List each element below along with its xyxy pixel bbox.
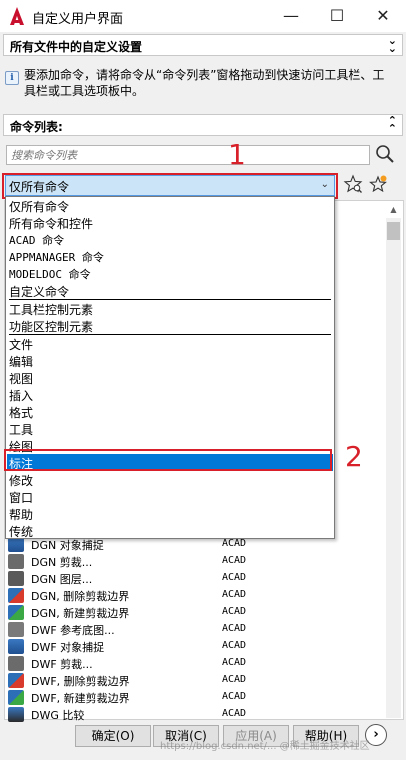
autocad-logo-icon: [10, 7, 24, 25]
watermark: https://blog.csdn.net/... @稀土掘金技术社区: [160, 741, 370, 752]
filter-option[interactable]: 仅所有命令: [7, 197, 333, 214]
search-input[interactable]: [7, 146, 369, 164]
ok-button[interactable]: 确定(O): [75, 725, 151, 747]
dgn-delete-clip-icon: [8, 588, 24, 603]
filter-option[interactable]: 文件: [7, 335, 333, 352]
command-name: DGN 图层...: [31, 573, 93, 586]
command-source: ACAD: [222, 623, 247, 634]
filter-option[interactable]: 功能区控制元素: [7, 317, 333, 334]
command-source: ACAD: [222, 538, 247, 549]
chevron-down-icon[interactable]: ⌄: [321, 179, 329, 190]
filter-option[interactable]: 窗口: [7, 488, 333, 505]
command-source: ACAD: [222, 708, 247, 719]
close-button[interactable]: ✕: [360, 0, 406, 32]
command-name: DGN, 新建剪裁边界: [31, 607, 130, 620]
search-field[interactable]: [6, 145, 370, 165]
dgn-layer-icon: [8, 571, 24, 586]
command-name: DWG 比较: [31, 709, 85, 722]
command-source: ACAD: [222, 606, 247, 617]
filter-option[interactable]: 帮助: [7, 505, 333, 522]
filter-option[interactable]: 插入: [7, 386, 333, 403]
command-source: ACAD: [222, 657, 247, 668]
scrollbar-thumb[interactable]: [387, 222, 400, 240]
maximize-button[interactable]: ☐: [314, 0, 360, 32]
command-filter-dropdown[interactable]: 仅所有命令 ⌄: [5, 175, 335, 196]
command-row[interactable]: DGN 图层... ACAD: [8, 570, 384, 587]
filter-option[interactable]: 编辑: [7, 352, 333, 369]
search-icon[interactable]: [374, 143, 396, 165]
command-row[interactable]: DWF, 删除剪裁边界 ACAD: [8, 672, 384, 689]
info-icon: i: [5, 71, 19, 85]
dwf-snap-icon: [8, 639, 24, 654]
command-source: ACAD: [222, 572, 247, 583]
minimize-button[interactable]: —: [268, 0, 314, 32]
title-bar: 自定义用户界面 — ☐ ✕: [0, 0, 406, 32]
command-row[interactable]: DWF 参考底图... ACAD: [8, 621, 384, 638]
dwf-underlay-icon: [8, 622, 24, 637]
filter-option[interactable]: 修改: [7, 471, 333, 488]
command-name: DWF 对象捕捉: [31, 641, 105, 654]
command-row[interactable]: DGN, 新建剪裁边界 ACAD: [8, 604, 384, 621]
command-name: DGN, 删除剪裁边界: [31, 590, 130, 603]
command-source: ACAD: [222, 691, 247, 702]
filter-option[interactable]: ACAD 命令: [7, 231, 333, 248]
filter-option[interactable]: 绘图: [7, 437, 333, 454]
scroll-up-arrow-icon[interactable]: ▲: [386, 202, 401, 218]
all-files-section-header[interactable]: 所有文件中的自定义设置 ⌄ ⌄: [3, 34, 403, 56]
window-title: 自定义用户界面: [32, 12, 124, 27]
dwf-clip-icon: [8, 656, 24, 671]
command-name: DGN 剪裁...: [31, 556, 93, 569]
command-list-section-header[interactable]: 命令列表: ⌃ ⌃: [3, 114, 403, 136]
command-row[interactable]: DWF, 新建剪裁边界 ACAD: [8, 689, 384, 706]
command-filter-options-list[interactable]: 仅所有命令 所有命令和控件 ACAD 命令 APPMANAGER 命令 MODE…: [5, 196, 335, 539]
command-row[interactable]: DWG 比较 ACAD: [8, 706, 384, 723]
command-source: ACAD: [222, 640, 247, 651]
command-source: ACAD: [222, 674, 247, 685]
new-command-star-icon[interactable]: [368, 174, 388, 194]
command-name: DWF 参考底图...: [31, 624, 115, 637]
command-row[interactable]: DGN, 删除剪裁边界 ACAD: [8, 587, 384, 604]
command-name: DGN 对象捕捉: [31, 539, 104, 552]
command-name: DWF, 删除剪裁边界: [31, 675, 130, 688]
dwg-compare-icon: [8, 707, 24, 722]
chevron-up-icon[interactable]: ⌃ ⌃: [388, 115, 397, 134]
filter-option[interactable]: 工具栏控制元素: [7, 300, 333, 317]
annotation-number-1: 1: [228, 138, 246, 171]
chevron-down-icon[interactable]: ⌄ ⌄: [388, 35, 397, 54]
command-name: DWF, 新建剪裁边界: [31, 692, 130, 705]
command-list-section-label: 命令列表:: [10, 120, 63, 134]
filter-option[interactable]: 所有命令和控件: [7, 214, 333, 231]
filter-option[interactable]: MODELDOC 命令: [7, 265, 333, 282]
filter-option[interactable]: APPMANAGER 命令: [7, 248, 333, 265]
dgn-clip-icon: [8, 554, 24, 569]
filter-option[interactable]: 工具: [7, 420, 333, 437]
dwf-delete-clip-icon: [8, 673, 24, 688]
command-name: DWF 剪裁...: [31, 658, 93, 671]
filter-option[interactable]: 视图: [7, 369, 333, 386]
command-source: ACAD: [222, 589, 247, 600]
command-list-scrollbar[interactable]: [386, 218, 401, 718]
command-row[interactable]: DWF 剪裁... ACAD: [8, 655, 384, 672]
info-text: 要添加命令，请将命令从“命令列表”窗格拖动到快速访问工具栏、工具栏或工具选项板中…: [24, 68, 385, 98]
filter-option-selected[interactable]: 标注: [7, 454, 333, 471]
annotation-number-2: 2: [345, 440, 363, 473]
command-row[interactable]: DGN 剪裁... ACAD: [8, 553, 384, 570]
filter-option[interactable]: 格式: [7, 403, 333, 420]
dgn-new-clip-icon: [8, 605, 24, 620]
find-star-icon[interactable]: [343, 174, 363, 194]
command-source: ACAD: [222, 555, 247, 566]
filter-option[interactable]: 传统: [7, 522, 333, 539]
command-filter-value: 仅所有命令: [9, 180, 70, 194]
all-files-section-label: 所有文件中的自定义设置: [10, 40, 143, 54]
filter-option[interactable]: 自定义命令: [7, 282, 333, 299]
command-row[interactable]: DWF 对象捕捉 ACAD: [8, 638, 384, 655]
dwf-new-clip-icon: [8, 690, 24, 705]
